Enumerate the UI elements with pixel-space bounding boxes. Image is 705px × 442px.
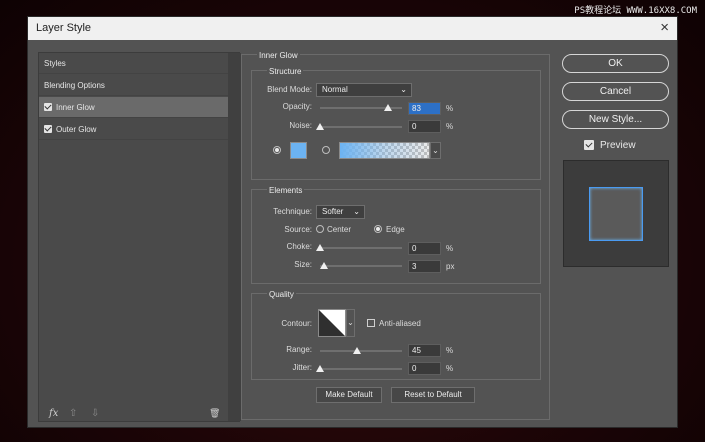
blend-mode-value: Normal [322, 85, 348, 94]
blend-mode-label: Blend Mode: [267, 85, 312, 94]
jitter-input[interactable]: 0 [408, 362, 441, 375]
anti-aliased-label: Anti-aliased [379, 319, 421, 328]
size-unit: px [446, 262, 455, 271]
styles-item[interactable]: Styles [39, 53, 239, 74]
title-bar: Layer Style × [28, 17, 677, 40]
choke-slider-thumb[interactable] [316, 244, 324, 251]
source-edge-radio[interactable] [374, 225, 382, 233]
noise-input[interactable]: 0 [408, 120, 441, 133]
choke-slider[interactable] [316, 244, 402, 251]
dialog-title: Layer Style [36, 22, 92, 34]
cancel-button[interactable]: Cancel [562, 82, 669, 101]
chevron-down-icon: ⌄ [400, 85, 407, 94]
layer-style-dialog: Layer Style × Styles Blending Options In… [27, 16, 678, 428]
technique-dropdown[interactable]: Softer ⌄ [316, 205, 365, 219]
noise-label: Noise: [289, 121, 312, 130]
inner-glow-checkbox[interactable] [44, 103, 52, 111]
watermark-text: PS教程论坛 WWW.16XX8.COM [574, 6, 697, 16]
gradient-picker[interactable] [339, 142, 430, 159]
size-slider-thumb[interactable] [320, 262, 328, 269]
trash-icon[interactable]: 🗑 [209, 408, 220, 419]
contour-chevron-icon[interactable]: ⌄ [346, 309, 355, 337]
structure-title: Structure [267, 67, 304, 76]
inner-glow-panel: Inner Glow Structure Blend Mode: Normal … [241, 51, 550, 420]
contour-label: Contour: [281, 319, 312, 328]
range-slider-thumb[interactable] [353, 347, 361, 354]
source-center-label: Center [327, 225, 352, 234]
outer-glow-item[interactable]: Outer Glow [39, 119, 239, 140]
size-label: Size: [294, 260, 312, 269]
size-input[interactable]: 3 [408, 260, 441, 273]
range-unit: % [446, 346, 454, 355]
left-panel-footer: fx ⇧ ⇩ 🗑 [49, 408, 239, 422]
range-input[interactable]: 45 [408, 344, 441, 357]
contour-picker[interactable] [318, 309, 346, 337]
outer-glow-label: Outer Glow [56, 125, 97, 134]
opacity-label: Opacity: [282, 102, 312, 111]
preview-square [589, 187, 643, 241]
noise-slider[interactable] [316, 123, 402, 130]
preview-checkbox[interactable] [584, 140, 594, 150]
quality-group: Quality Contour: ⌄ Anti-aliased Range: 4… [251, 290, 541, 380]
size-slider[interactable] [320, 262, 402, 269]
fx-icon[interactable]: fx [49, 408, 58, 419]
gradient-radio[interactable] [322, 146, 330, 154]
choke-label: Choke: [286, 242, 312, 251]
range-label: Range: [286, 345, 312, 354]
outer-glow-checkbox[interactable] [44, 125, 52, 133]
preview-label: Preview [600, 140, 636, 151]
new-style-button[interactable]: New Style... [562, 110, 669, 129]
source-edge-label: Edge [386, 225, 405, 234]
inner-glow-label: Inner Glow [56, 103, 95, 112]
close-icon[interactable]: × [660, 19, 669, 36]
opacity-input[interactable]: 83 [408, 102, 441, 115]
inner-glow-item[interactable]: Inner Glow [39, 97, 239, 118]
source-label: Source: [284, 225, 312, 234]
technique-value: Softer [322, 207, 344, 216]
blending-options-label: Blending Options [44, 81, 105, 90]
opacity-slider-thumb[interactable] [384, 104, 392, 111]
reset-to-default-button[interactable]: Reset to Default [391, 387, 475, 403]
elements-title: Elements [267, 186, 305, 195]
styles-list-panel: Styles Blending Options Inner Glow Outer… [38, 52, 241, 422]
opacity-slider[interactable] [320, 104, 402, 111]
range-slider[interactable] [320, 347, 402, 354]
blend-mode-dropdown[interactable]: Normal ⌄ [316, 83, 412, 97]
gradient-chevron-icon[interactable]: ⌄ [430, 142, 441, 159]
quality-title: Quality [267, 290, 296, 299]
opacity-unit: % [446, 104, 454, 113]
noise-slider-thumb[interactable] [316, 123, 324, 130]
source-center-radio[interactable] [316, 225, 324, 233]
list-scrollbar[interactable] [228, 53, 241, 421]
move-up-icon[interactable]: ⇧ [69, 408, 77, 419]
styles-item-label: Styles [44, 59, 66, 68]
noise-unit: % [446, 122, 454, 131]
jitter-slider-thumb[interactable] [316, 365, 324, 372]
solid-color-radio[interactable] [273, 146, 281, 154]
elements-group: Elements Technique: Softer ⌄ Source: Cen… [251, 186, 541, 284]
chevron-down-icon: ⌄ [353, 207, 360, 216]
structure-group: Structure Blend Mode: Normal ⌄ Opacity: … [251, 67, 541, 180]
jitter-unit: % [446, 364, 454, 373]
inner-glow-title: Inner Glow [257, 51, 300, 60]
choke-input[interactable]: 0 [408, 242, 441, 255]
blending-options-item[interactable]: Blending Options [39, 75, 239, 96]
preview-thumbnail [563, 160, 669, 267]
glow-color-swatch[interactable] [290, 142, 307, 159]
jitter-label: Jitter: [292, 363, 312, 372]
make-default-button[interactable]: Make Default [316, 387, 382, 403]
move-down-icon[interactable]: ⇩ [91, 408, 99, 419]
choke-unit: % [446, 244, 454, 253]
technique-label: Technique: [273, 207, 312, 216]
anti-aliased-checkbox[interactable] [367, 319, 375, 327]
jitter-slider[interactable] [316, 365, 402, 372]
ok-button[interactable]: OK [562, 54, 669, 73]
